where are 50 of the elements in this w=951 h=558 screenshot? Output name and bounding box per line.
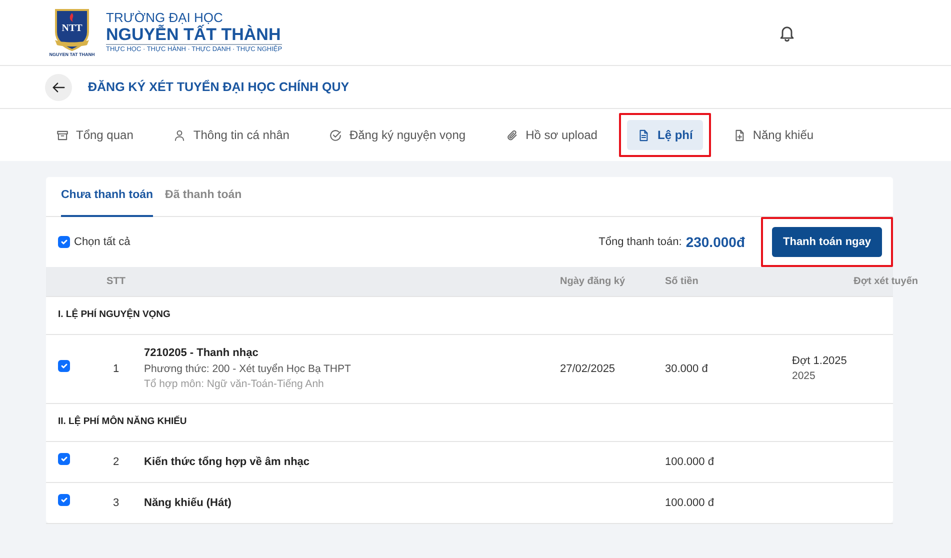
- table-cell-text: 100.000 đ: [665, 496, 715, 511]
- document-icon: [637, 128, 650, 142]
- back-button[interactable]: [45, 74, 72, 100]
- table-cell-text: Đợt 1.2025: [792, 354, 848, 369]
- checkbox[interactable]: [58, 494, 70, 506]
- group-heading: I. LỆ PHÍ NGUYỆN VỌNG: [46, 297, 893, 335]
- table-cell-text: 100.000 đ: [665, 454, 715, 470]
- item-detail: Phương thức: 200 - Xét tuyển Học Bạ THPT: [144, 362, 352, 376]
- back-arrow-icon: [51, 80, 66, 94]
- table-cell-text: 30.000 đ: [665, 362, 709, 377]
- item-title: 7210205 - Thanh nhạc: [144, 346, 260, 361]
- page-title: ĐĂNG KÝ XÉT TUYỂN ĐẠI HỌC CHÍNH QUY: [88, 78, 350, 96]
- total-label: Tổng thanh toán:: [598, 234, 682, 250]
- group-heading: II. LỆ PHÍ MÔN NĂNG KHIẾU: [46, 404, 893, 442]
- column-header: STT: [106, 275, 126, 289]
- tab[interactable]: Năng khiếu: [722, 120, 824, 150]
- column-header: Đợt xét tuyến: [854, 275, 918, 289]
- table-cell-text: 2025: [792, 369, 816, 384]
- item-detail: Tổ hợp môn: Ngữ văn-Toán-Tiếng Anh: [144, 377, 325, 392]
- tab[interactable]: Thông tin cá nhân: [163, 120, 300, 150]
- document-plus-icon: [732, 128, 746, 142]
- table-cell-text: 2: [112, 454, 120, 470]
- total-amount: 230.000đ: [686, 232, 745, 252]
- pay-now-button[interactable]: Thanh toán ngay: [772, 226, 882, 258]
- checkbox-label: Chọn tất cả: [74, 234, 130, 250]
- school-name: TRƯỜNG ĐẠI HỌC: [106, 10, 224, 25]
- school-name: NGUYỄN TẤT THÀNH: [106, 25, 282, 44]
- tab[interactable]: Hồ sơ upload: [496, 120, 608, 150]
- person-icon: [173, 128, 186, 142]
- tab[interactable]: Đã thanh toán: [165, 177, 242, 217]
- tab[interactable]: Đăng ký nguyện vọng: [319, 120, 476, 150]
- paperclip-icon: [506, 128, 519, 142]
- column-header: Ngày đăng ký: [560, 275, 626, 289]
- checkbox[interactable]: [58, 236, 70, 248]
- table-cell-text: 3: [112, 496, 120, 511]
- bell-icon[interactable]: [778, 24, 796, 42]
- tab[interactable]: Lệ phí: [627, 120, 703, 150]
- item-title: Kiến thức tổng hợp về âm nhạc: [144, 454, 311, 470]
- checkbox[interactable]: [58, 360, 70, 372]
- checkbox[interactable]: [58, 453, 70, 465]
- tab[interactable]: Tổng quan: [46, 120, 144, 150]
- column-header: Số tiền: [665, 275, 700, 289]
- tab[interactable]: Chưa thanh toán: [61, 177, 154, 217]
- archive-icon: [56, 128, 69, 142]
- shield-logo-icon: [53, 7, 91, 51]
- table-cell-text: 1: [112, 362, 120, 377]
- logo-letters: NTT: [62, 22, 82, 36]
- table-cell-text: 27/02/2025: [560, 362, 616, 377]
- item-title: Năng khiếu (Hát): [144, 496, 232, 511]
- check-circle-icon: [329, 128, 342, 142]
